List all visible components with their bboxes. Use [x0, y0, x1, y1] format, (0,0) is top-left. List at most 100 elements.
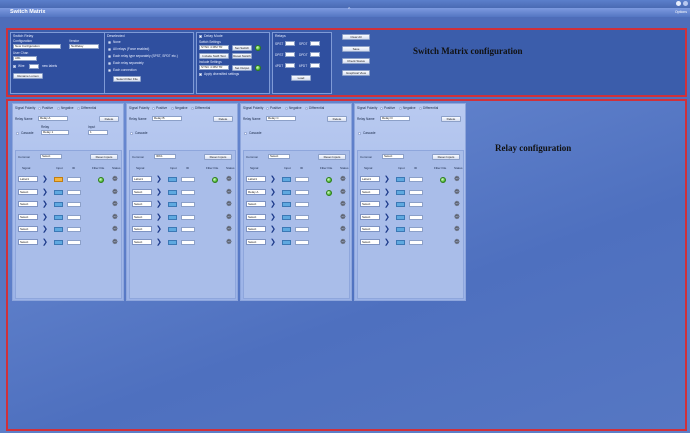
cog-icon[interactable]: ❁	[340, 200, 346, 208]
input-slot[interactable]	[168, 189, 177, 195]
id-input[interactable]	[409, 227, 423, 232]
id-input[interactable]	[181, 202, 195, 207]
chevron-right-icon[interactable]: ❯	[384, 200, 390, 208]
input-slot[interactable]	[282, 189, 291, 195]
collapse-chevron-icon[interactable]: ˆ	[348, 8, 350, 15]
delete-button[interactable]: Delete	[99, 116, 119, 122]
set-switch-button[interactable]: Set Switch	[232, 45, 252, 51]
cog-icon[interactable]: ❁	[454, 188, 460, 196]
cog-icon[interactable]: ❁	[112, 238, 118, 246]
delay-mode-checkbox[interactable]	[199, 35, 202, 38]
common-select[interactable]: IDK1	[154, 154, 176, 159]
id-input[interactable]	[67, 239, 81, 245]
save-button[interactable]: Save	[342, 46, 370, 52]
id-input[interactable]	[67, 227, 81, 232]
chevron-right-icon[interactable]: ❯	[384, 238, 390, 246]
spdt-count[interactable]	[310, 41, 320, 46]
reset-inputs-button[interactable]: Reset Inputs	[432, 154, 460, 160]
signal-select[interactable]: Select	[18, 188, 38, 195]
id-input[interactable]	[295, 239, 309, 245]
cog-icon[interactable]: ❁	[454, 200, 460, 208]
input-slot[interactable]	[168, 214, 177, 220]
deselect-radio-4[interactable]	[108, 69, 111, 72]
cog-icon[interactable]: ❁	[454, 175, 460, 183]
cog-icon[interactable]: ❁	[454, 213, 460, 221]
chevron-right-icon[interactable]: ❯	[156, 213, 162, 221]
input-slot[interactable]	[282, 214, 291, 220]
cog-icon[interactable]: ❁	[226, 200, 232, 208]
signal-select[interactable]: Select	[246, 213, 266, 220]
signal-select[interactable]: Label1	[360, 176, 380, 182]
positive-radio[interactable]	[266, 107, 269, 110]
signal-select[interactable]: Select	[18, 238, 38, 245]
chevron-right-icon[interactable]: ❯	[384, 225, 390, 233]
cog-icon[interactable]: ❁	[340, 175, 346, 183]
input-slot[interactable]	[168, 239, 177, 245]
chevron-right-icon[interactable]: ❯	[42, 200, 48, 208]
vendor-select[interactable]: NetRelay	[69, 44, 99, 49]
input-slot[interactable]	[54, 202, 63, 207]
input-slot[interactable]	[396, 177, 405, 182]
cog-icon[interactable]: ❁	[454, 225, 460, 233]
signal-select[interactable]: Select	[132, 213, 152, 220]
differential-radio[interactable]	[419, 107, 422, 110]
cog-icon[interactable]: ❁	[112, 200, 118, 208]
load-button[interactable]: Load	[291, 75, 311, 81]
differential-radio[interactable]	[77, 107, 80, 110]
reset-switch-button[interactable]: Reset Switch	[232, 53, 252, 59]
include-switch-button[interactable]: Include Swift Test	[199, 53, 229, 59]
apply-checkbox[interactable]	[199, 73, 202, 76]
help-icon[interactable]	[676, 1, 681, 6]
id-input[interactable]	[67, 214, 81, 220]
chevron-right-icon[interactable]: ❯	[270, 200, 276, 208]
wire-input[interactable]	[29, 64, 39, 69]
signal-select[interactable]: Select	[360, 213, 380, 220]
id-input[interactable]	[181, 177, 195, 182]
id-input[interactable]	[409, 239, 423, 245]
6pdt-count[interactable]	[310, 63, 320, 68]
input-slot[interactable]	[282, 227, 291, 232]
signal-select[interactable]: Label1	[246, 176, 266, 182]
chevron-right-icon[interactable]: ❯	[270, 188, 276, 196]
cog-icon[interactable]: ❁	[112, 213, 118, 221]
signal-select[interactable]: Select	[246, 226, 266, 232]
cog-icon[interactable]: ❁	[340, 188, 346, 196]
reset-inputs-button[interactable]: Reset Inputs	[318, 154, 346, 160]
cog-icon[interactable]: ❁	[340, 225, 346, 233]
common-select[interactable]: Select	[40, 154, 62, 159]
dpdt-count[interactable]	[310, 52, 320, 57]
signal-select[interactable]: Select	[360, 226, 380, 232]
signal-select[interactable]: Select	[18, 226, 38, 232]
relay-select[interactable]: Relay 1	[41, 130, 69, 135]
signal-select[interactable]: Select	[360, 201, 380, 207]
relay-name-input[interactable]: Relay B	[152, 116, 182, 121]
wire-checkbox[interactable]	[13, 65, 16, 68]
negative-radio[interactable]	[171, 107, 174, 110]
cog-icon[interactable]: ❁	[226, 188, 232, 196]
chevron-right-icon[interactable]: ❯	[156, 200, 162, 208]
chevron-right-icon[interactable]: ❯	[384, 188, 390, 196]
differential-radio[interactable]	[305, 107, 308, 110]
cascade-checkbox[interactable]	[244, 132, 247, 135]
input-slot[interactable]	[282, 177, 291, 182]
input-slot[interactable]	[396, 202, 405, 207]
dpst-count[interactable]	[285, 52, 295, 57]
cog-icon[interactable]: ❁	[112, 175, 118, 183]
cog-icon[interactable]: ❁	[340, 238, 346, 246]
input-slot[interactable]	[396, 227, 405, 232]
configuration-select[interactable]: New Configuration	[13, 44, 61, 49]
options-link[interactable]: Options	[675, 10, 687, 14]
check-status-button[interactable]: Check Status	[342, 58, 370, 64]
id-input[interactable]	[67, 177, 81, 182]
id-input[interactable]	[181, 239, 195, 245]
id-input[interactable]	[409, 214, 423, 220]
cog-icon[interactable]: ❁	[226, 175, 232, 183]
common-select[interactable]: Select	[268, 154, 290, 159]
chevron-right-icon[interactable]: ❯	[42, 213, 48, 221]
signal-select[interactable]: Select	[132, 226, 152, 232]
relay-name-input[interactable]: Relay A	[38, 116, 68, 121]
4pdt-count[interactable]	[285, 63, 295, 68]
cascade-checkbox[interactable]	[358, 132, 361, 135]
input-slot[interactable]	[54, 214, 63, 220]
include-settings-input[interactable]: SYNC 4 MM TR	[199, 65, 229, 70]
